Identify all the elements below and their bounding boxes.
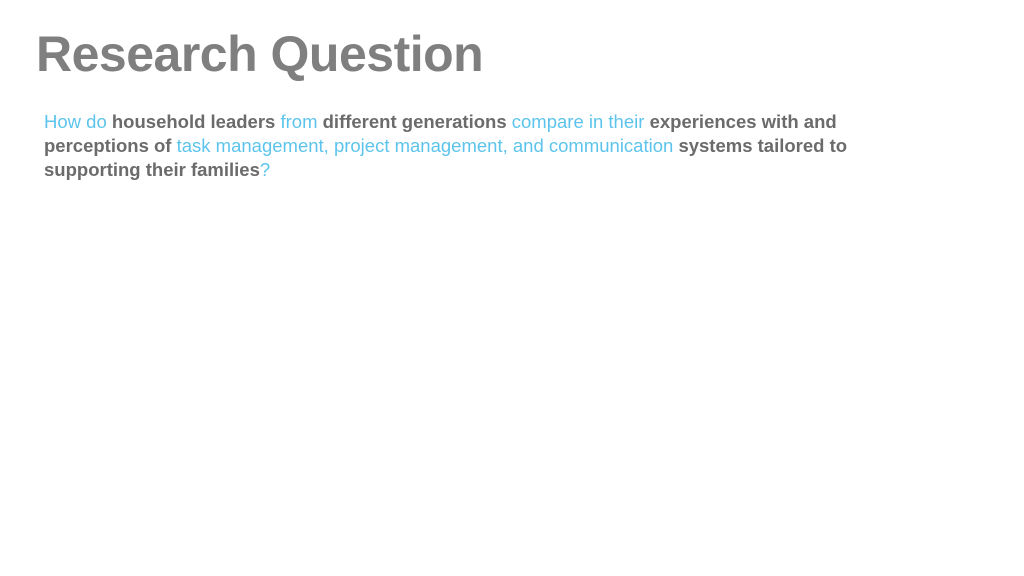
slide-title: Research Question: [36, 26, 484, 82]
slide: Research Question How do household leade…: [0, 0, 1024, 576]
research-question-text: How do household leaders from different …: [44, 110, 944, 182]
question-segment: household leaders: [111, 111, 281, 132]
question-segment: from: [280, 111, 323, 132]
question-segment: compare in their: [511, 111, 650, 132]
question-segment: ?: [259, 159, 271, 180]
question-segment: How do: [44, 111, 112, 132]
question-segment: task management, project management, and…: [176, 135, 679, 156]
question-segment: different generations: [322, 111, 512, 132]
